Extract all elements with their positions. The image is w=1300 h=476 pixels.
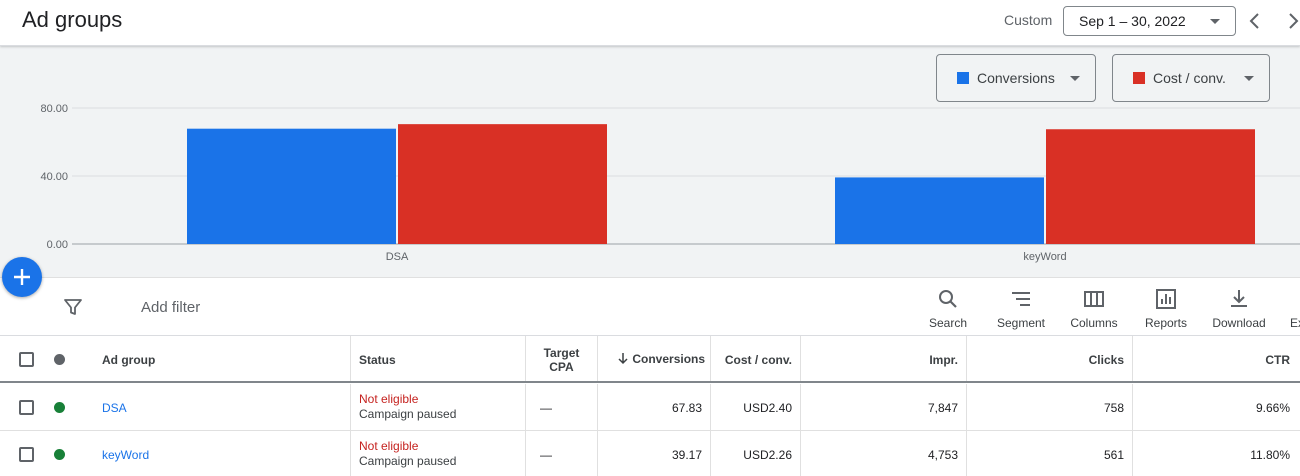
impressions-value: 7,847 [927,401,958,415]
search-button[interactable]: Search [920,288,976,334]
enabled-status-dot [54,402,65,413]
y-tick-label: 40.00 [40,171,68,183]
expand-button[interactable]: Ex [1290,288,1300,334]
column-header-clicks[interactable]: Clicks [966,353,1124,367]
filter-icon[interactable] [63,297,83,317]
cost-conv-value: USD2.40 [743,401,792,415]
download-button[interactable]: Download [1208,288,1270,334]
ctr-value: 11.80% [1250,448,1290,462]
page-title: Ad groups [22,7,123,32]
previous-period-button[interactable] [1244,9,1266,33]
search-label: Search [928,316,968,330]
column-divider [525,384,526,430]
download-label: Download [1212,316,1266,330]
metric-1-selector[interactable]: Conversions [936,54,1096,102]
status-subtext: Campaign paused [359,454,457,468]
conversions-value: 67.83 [671,401,702,415]
column-divider [350,384,351,430]
dropdown-caret-icon [1210,19,1220,24]
dropdown-caret-icon [1070,76,1080,81]
clicks-value: 758 [1103,401,1124,415]
segment-icon [1012,292,1030,306]
segment-button[interactable]: Segment [990,288,1052,334]
status-text[interactable]: Not eligible [359,439,418,453]
metric-1-label: Conversions [977,70,1055,86]
column-header-ctr[interactable]: CTR [1132,353,1290,367]
table-row: DSA Not eligible Campaign paused — 67.83… [0,384,1300,431]
row-checkbox[interactable] [19,447,34,462]
columns-icon [1084,291,1104,307]
dropdown-caret-icon [1244,76,1254,81]
conversions-header-label: Conversions [632,352,706,366]
sort-descending-icon [618,353,628,365]
impressions-value: 4,753 [927,448,958,462]
table-row: keyWord Not eligible Campaign paused — 3… [0,431,1300,476]
columns-label: Columns [1070,316,1118,330]
page-header: Ad groups Custom Sep 1 – 30, 2022 [0,0,1300,46]
segment-label: Segment [996,316,1046,330]
bar-chart: 0.00 40.00 80.00 DSA keyWord [40,103,1300,263]
ad-group-link[interactable]: keyWord [102,448,149,462]
bar-conversions-keyword [835,177,1044,244]
ad-groups-table: Ad group Status Target CPA Conversions C… [0,336,1300,476]
target-cpa-line-2: CPA [549,360,574,374]
expand-label: Ex [1290,316,1300,330]
y-tick-label: 0.00 [47,239,68,251]
ctr-value: 9.66% [1255,401,1290,415]
table-toolbar: Add filter Search Segment Columns Report… [0,278,1300,336]
column-divider [597,336,598,381]
bar-cost-conv--dsa [398,124,607,244]
metric-1-swatch [957,72,969,84]
search-icon [939,290,957,308]
y-tick-label: 80.00 [40,103,68,115]
reports-icon [1156,289,1176,309]
select-all-checkbox[interactable] [19,352,34,367]
date-range-value: Sep 1 – 30, 2022 [1079,13,1186,29]
table-header-row: Ad group Status Target CPA Conversions C… [0,336,1300,383]
add-ad-group-button[interactable] [2,257,42,297]
column-header-conversions[interactable]: Conversions [617,352,705,366]
column-header-status[interactable]: Status [359,353,396,367]
status-dot-header [54,354,65,365]
next-period-button[interactable] [1284,9,1300,33]
add-filter-button[interactable]: Add filter [141,299,200,316]
status-text[interactable]: Not eligible [359,392,418,406]
status-subtext: Campaign paused [359,407,457,421]
date-range-type-label: Custom [1004,12,1053,28]
target-cpa-value: — [540,401,552,415]
ad-group-link[interactable]: DSA [102,401,127,415]
x-category-label: keyWord [1023,251,1066,263]
chevron-right-icon [1289,13,1299,29]
chevron-left-icon [1249,13,1259,29]
column-header-impr[interactable]: Impr. [800,353,958,367]
chart-panel: 0.00 40.00 80.00 DSA keyWord Conversions Cos… [0,46,1300,278]
plus-icon [14,269,30,285]
column-header-ad-group[interactable]: Ad group [102,353,155,367]
download-icon [1231,290,1247,307]
columns-button[interactable]: Columns [1064,288,1124,334]
metric-2-selector[interactable]: Cost / conv. [1112,54,1270,102]
reports-button[interactable]: Reports [1136,288,1196,334]
bar-cost-conv--keyword [1046,129,1255,244]
clicks-value: 561 [1103,448,1124,462]
reports-label: Reports [1144,316,1188,330]
metric-2-swatch [1133,72,1145,84]
target-cpa-line-1: Target [543,346,580,360]
metric-2-label: Cost / conv. [1153,70,1226,86]
column-divider [350,431,351,476]
enabled-status-dot [54,449,65,460]
row-checkbox[interactable] [19,400,34,415]
column-divider [525,431,526,476]
target-cpa-value: — [540,448,552,462]
date-range-picker[interactable]: Sep 1 – 30, 2022 [1063,6,1236,36]
column-header-cost-conv[interactable]: Cost / conv. [710,353,792,367]
cost-conv-value: USD2.26 [743,448,792,462]
column-divider [350,336,351,381]
bar-conversions-dsa [187,128,396,244]
conversions-value: 39.17 [671,448,702,462]
x-category-label: DSA [386,251,409,263]
column-header-target-cpa[interactable]: Target CPA [526,346,597,374]
